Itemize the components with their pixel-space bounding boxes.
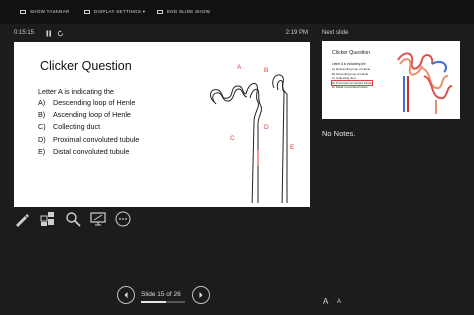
option-letter: A) bbox=[38, 98, 46, 107]
option-a: A) Descending loop of Henle bbox=[38, 98, 139, 110]
nephron-drawing bbox=[210, 74, 288, 215]
option-text: Distal convoluted tubule bbox=[53, 146, 130, 156]
current-slide[interactable]: Clicker Question Letter A is indicating … bbox=[14, 42, 310, 215]
show-taskbar-label: SHOW TASKBAR bbox=[30, 9, 70, 14]
option-b: B) Ascending loop of Henle bbox=[38, 110, 139, 122]
slide-counter: Slide 15 of 26 bbox=[141, 291, 181, 298]
option-e: E) Distal convoluted tubule bbox=[38, 147, 139, 159]
nephron-diagram: A B C D E bbox=[194, 58, 304, 215]
option-text: Collecting duct bbox=[53, 122, 101, 132]
option-text: Descending loop of Henle bbox=[53, 98, 136, 107]
clock: 2:19 PM bbox=[285, 30, 308, 36]
display-settings-label: DISPLAY SETTINGS ▾ bbox=[94, 9, 146, 14]
show-taskbar-button[interactable]: SHOW TASKBAR bbox=[20, 9, 69, 14]
label-c: C bbox=[230, 135, 235, 142]
chevron-right-icon bbox=[199, 292, 203, 298]
slide-question: Letter A is indicating the bbox=[38, 87, 114, 96]
next-slide-preview[interactable]: Clicker Question Letter A is indicating … bbox=[322, 41, 460, 119]
answer-options: A) Descending loop of Henle B) Ascending l… bbox=[38, 98, 139, 159]
preview-option: E) Distal convoluted tubule bbox=[332, 85, 368, 90]
next-slide-label: Next slide bbox=[322, 30, 349, 36]
pen-icon[interactable] bbox=[14, 211, 30, 227]
option-letter: E) bbox=[38, 146, 46, 156]
end-slide-show-button[interactable]: END SLIDE SHOW bbox=[157, 9, 210, 14]
option-text: Proximal convoluted tubule bbox=[53, 134, 140, 144]
label-d: D bbox=[264, 124, 269, 131]
decrease-font-button[interactable]: A bbox=[337, 299, 341, 305]
timer-bar: 0:15:15 2:19 PM bbox=[14, 30, 310, 40]
slide-progress-track bbox=[141, 301, 185, 303]
end-slide-show-label: END SLIDE SHOW bbox=[167, 9, 211, 14]
option-letter: C) bbox=[38, 122, 46, 132]
label-a: A bbox=[237, 64, 242, 71]
screen-icon[interactable] bbox=[90, 211, 106, 227]
slide-navigation: Slide 15 of 26 bbox=[117, 286, 212, 306]
monitor-icon bbox=[84, 10, 90, 14]
pause-timer-icon[interactable] bbox=[46, 30, 52, 39]
option-letter: B) bbox=[38, 110, 46, 120]
presenter-tools bbox=[14, 208, 134, 228]
chevron-left-icon bbox=[124, 292, 128, 298]
display-settings-button[interactable]: DISPLAY SETTINGS ▾ bbox=[84, 9, 145, 15]
speaker-notes: No Notes. bbox=[322, 129, 356, 138]
preview-options: A) Descending loop of Henle B) Ascending… bbox=[330, 67, 374, 90]
option-d: D) Proximal convoluted tubule bbox=[38, 135, 139, 147]
zoom-icon[interactable] bbox=[65, 211, 81, 227]
next-slide-button[interactable] bbox=[192, 286, 210, 304]
presenter-toolbar: SHOW TASKBAR DISPLAY SETTINGS ▾ END SLID… bbox=[0, 0, 474, 24]
preview-option: A) Descending loop of Henle bbox=[332, 67, 371, 71]
label-b: B bbox=[264, 67, 269, 74]
elapsed-timer: 0:15:15 bbox=[14, 30, 35, 36]
increase-font-button[interactable]: A bbox=[323, 297, 328, 306]
more-options-icon[interactable] bbox=[115, 211, 131, 227]
restart-timer-icon[interactable] bbox=[57, 30, 64, 39]
preview-title: Clicker Question bbox=[332, 50, 371, 56]
previous-slide-button[interactable] bbox=[117, 286, 135, 304]
slide-title: Clicker Question bbox=[40, 59, 132, 73]
preview-question: Letter A is indicating the bbox=[332, 62, 366, 66]
label-e: E bbox=[290, 144, 295, 151]
option-text: Ascending loop of Henle bbox=[53, 110, 131, 120]
see-all-slides-icon[interactable] bbox=[40, 211, 56, 227]
end-show-icon bbox=[157, 9, 163, 14]
option-letter: D) bbox=[38, 134, 46, 144]
slide-progress-fill bbox=[141, 301, 167, 303]
taskbar-icon bbox=[20, 9, 26, 14]
option-c: C) Collecting duct bbox=[38, 122, 139, 134]
preview-nephron-diagram bbox=[392, 46, 456, 116]
